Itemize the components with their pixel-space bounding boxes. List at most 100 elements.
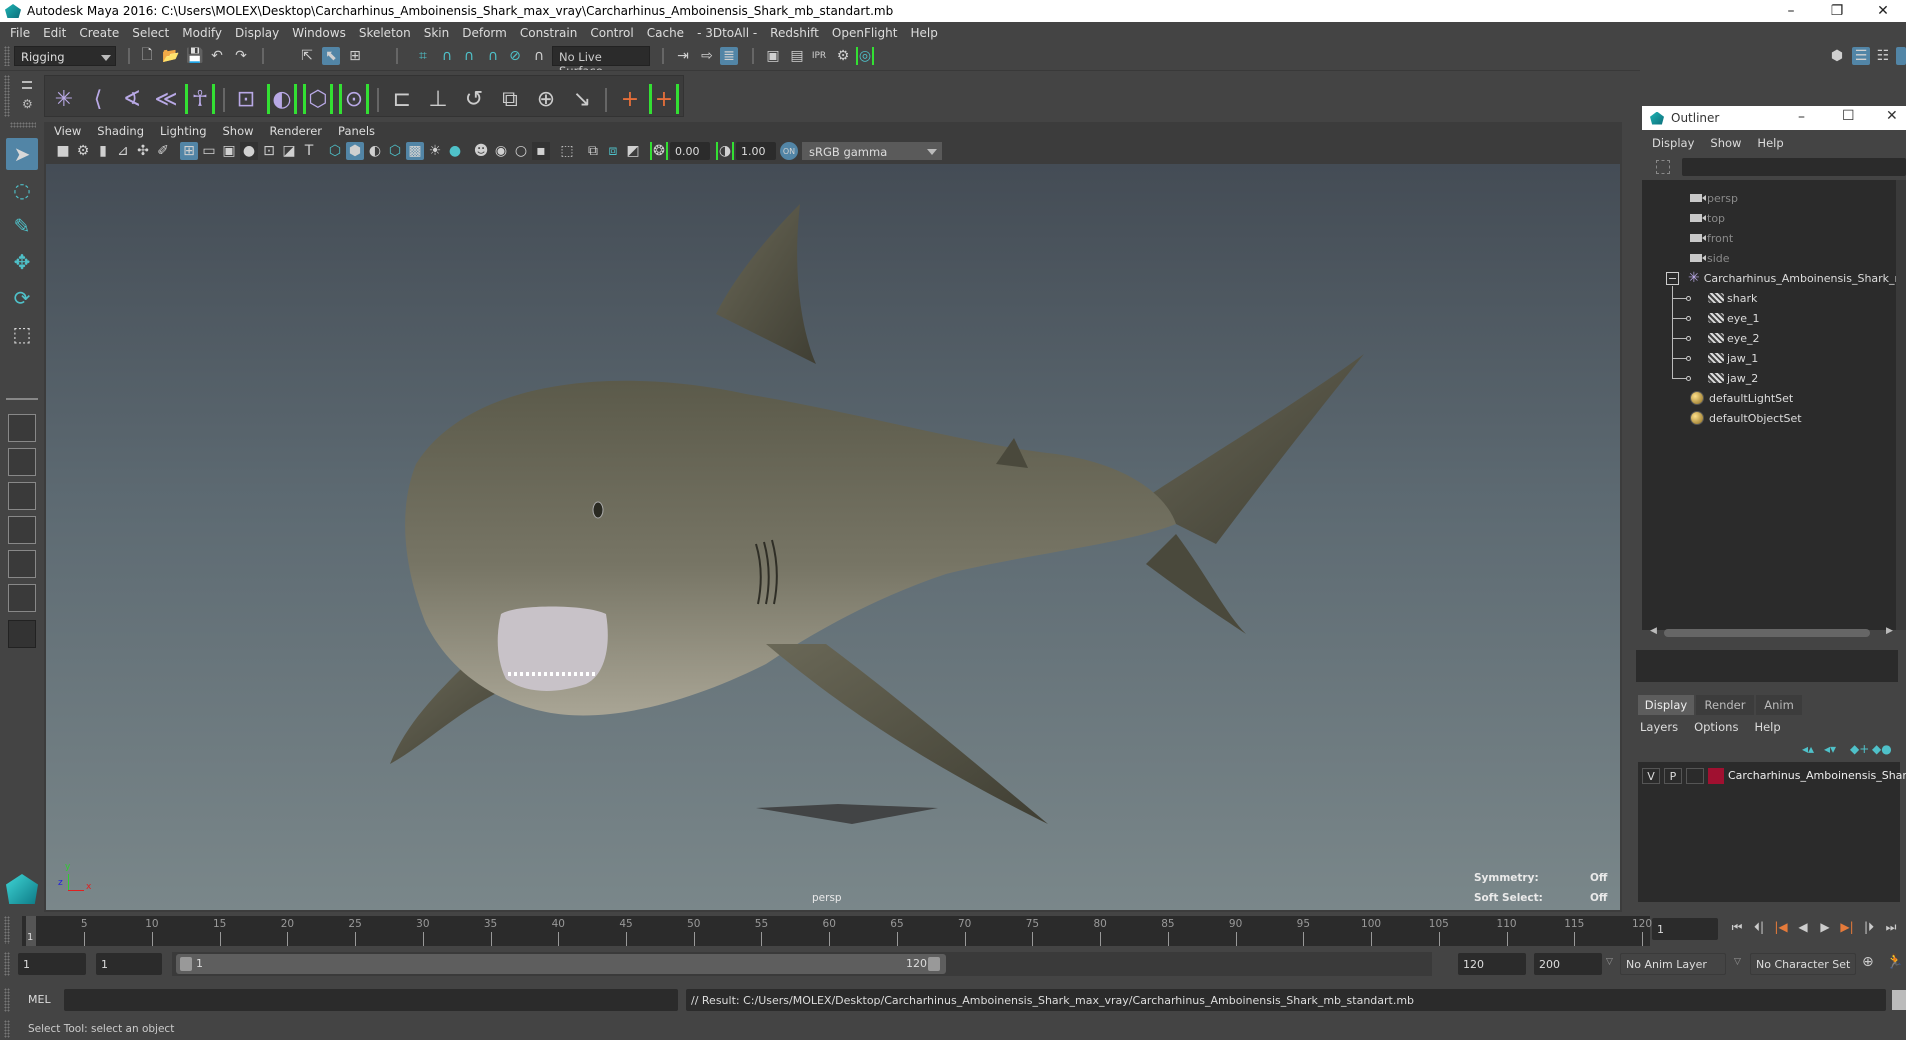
lasso-tool-icon[interactable]: ◌	[6, 174, 38, 206]
persp-graph-hypergraph-layout-icon[interactable]	[8, 584, 36, 612]
layer-name[interactable]: Carcharhinus_Amboinensis_Shar	[1728, 769, 1906, 782]
panel-menu-panels[interactable]: Panels	[338, 124, 375, 138]
persp-graph-layout-icon[interactable]	[8, 516, 36, 544]
exposure-icon[interactable]: ❂	[650, 142, 668, 160]
shadows-icon[interactable]: ●	[446, 142, 464, 160]
camera-attributes-icon[interactable]: ⚙	[74, 142, 92, 160]
step-forward-frame-icon[interactable]: ▶|	[1838, 918, 1856, 936]
menu-select[interactable]: Select	[132, 26, 169, 40]
xray-joints-icon[interactable]: ⧉	[584, 142, 602, 160]
point-constraint-icon[interactable]: ⊥	[423, 84, 453, 114]
outliner-item-persp[interactable]: persp	[1690, 188, 1738, 208]
tool-settings-icon[interactable]: ☷	[1874, 47, 1892, 65]
menu-redshift[interactable]: Redshift	[770, 26, 819, 40]
grid-icon[interactable]: ⊞	[180, 142, 198, 160]
lattice-icon[interactable]: ⬡	[303, 84, 333, 114]
joint-tool-icon[interactable]: ✳	[49, 84, 79, 114]
menu-control[interactable]: Control	[590, 26, 633, 40]
live-surface-field[interactable]: No Live Surface	[552, 46, 650, 78]
menu-skeleton[interactable]: Skeleton	[359, 26, 411, 40]
outliner-item-default-light-set[interactable]: defaultLightSet	[1690, 388, 1793, 408]
paint-weights-icon[interactable]: ◐	[267, 84, 297, 114]
playback-start-field[interactable]: 1	[96, 953, 162, 975]
layout-menu-button[interactable]	[8, 620, 36, 648]
outliner-item-top[interactable]: top	[1690, 208, 1725, 228]
scale-tool-icon[interactable]: ⬚	[6, 318, 38, 350]
new-scene-icon[interactable]: 🗋	[138, 47, 156, 65]
safe-action-icon[interactable]: ◪	[280, 142, 298, 160]
ik-spline-icon[interactable]: ∢	[117, 84, 147, 114]
chevron-down-icon[interactable]: ▽	[1734, 957, 1741, 967]
select-by-hierarchy-icon[interactable]: ⇱	[298, 47, 316, 65]
redo-icon[interactable]: ↷	[232, 47, 250, 65]
color-management-toggle[interactable]: ON	[780, 142, 798, 160]
xray-active-icon[interactable]: ⧈	[604, 142, 622, 160]
step-back-key-icon[interactable]: ⏴|	[1750, 918, 1768, 936]
select-tool-icon[interactable]: ➤	[6, 138, 38, 170]
aim-constraint-icon[interactable]: ⊕	[531, 84, 561, 114]
menu-3dtoall[interactable]: - 3DtoAll -	[697, 26, 757, 40]
paint-select-tool-icon[interactable]: ✎	[6, 210, 38, 242]
use-all-lights-icon[interactable]: ☀	[426, 142, 444, 160]
cluster-icon[interactable]: ⊙	[339, 84, 369, 114]
go-to-end-icon[interactable]: ⏭	[1882, 918, 1900, 936]
panel-menu-shading[interactable]: Shading	[97, 124, 144, 138]
outliner-item-front[interactable]: front	[1690, 228, 1733, 248]
script-editor-icon[interactable]	[1892, 990, 1906, 1010]
range-slider-bar[interactable]: 1 120	[176, 954, 946, 974]
menu-skin[interactable]: Skin	[424, 26, 450, 40]
move-tool-icon[interactable]: ✥	[6, 246, 38, 278]
ik-handle-icon[interactable]: ⟨	[83, 84, 113, 114]
panel-menu-lighting[interactable]: Lighting	[160, 124, 206, 138]
snap-grid-icon[interactable]: ⌗	[414, 47, 432, 65]
go-to-start-icon[interactable]: ⏮	[1728, 918, 1746, 936]
snap-point-icon[interactable]: ∩	[460, 47, 478, 65]
output-ops-icon[interactable]: ⇨	[698, 47, 716, 65]
menu-create[interactable]: Create	[79, 26, 119, 40]
menu-cache[interactable]: Cache	[647, 26, 684, 40]
panel-menu-view[interactable]: View	[54, 124, 81, 138]
animation-start-field[interactable]: 1	[18, 953, 86, 975]
menu-openflight[interactable]: OpenFlight	[832, 26, 898, 40]
menu-constrain[interactable]: Constrain	[520, 26, 578, 40]
time-slider-track[interactable]: 1 5 10 15 20 25 30 35 40 45 50 55 60 65 70 75 80 85 90 95 1…	[22, 916, 1652, 946]
depth-of-field-icon[interactable]: ▪	[532, 142, 550, 160]
four-view-layout-icon[interactable]	[8, 448, 36, 476]
script-language-toggle[interactable]: MEL	[28, 993, 51, 1006]
scale-constraint-icon[interactable]: ⧉	[495, 84, 525, 114]
new-layer-icon[interactable]: ◆+	[1850, 742, 1869, 756]
move-layer-down-icon[interactable]: ◂▾	[1824, 742, 1836, 756]
scroll-thumb[interactable]	[1664, 629, 1870, 637]
outliner-item-shark-group[interactable]: ✳ Carcharhinus_Amboinensis_Shark_nc	[1688, 268, 1896, 288]
outliner-item-jaw-1[interactable]: jaw_1	[1708, 348, 1758, 368]
layer-playback-toggle[interactable]: P	[1664, 768, 1682, 784]
move-layer-up-icon[interactable]: ◂▴	[1802, 742, 1814, 756]
snap-curve-icon[interactable]: ∩	[438, 47, 456, 65]
toolbox-grip[interactable]	[10, 122, 36, 128]
parent-constraint-icon[interactable]: ⊏	[387, 84, 417, 114]
outliner-menu-show[interactable]: Show	[1710, 136, 1741, 150]
save-scene-icon[interactable]: 💾	[186, 47, 204, 65]
single-perspective-layout-icon[interactable]	[8, 414, 36, 442]
shelf-tabs-icon[interactable]	[22, 81, 32, 89]
gamma-icon[interactable]: ◑	[716, 142, 734, 160]
isolate-select-icon[interactable]: ⬚	[558, 142, 576, 160]
menu-edit[interactable]: Edit	[43, 26, 66, 40]
timeline-grip[interactable]	[4, 916, 10, 944]
range-start-handle[interactable]	[180, 957, 192, 971]
smooth-shade-icon[interactable]: ⬢	[346, 142, 364, 160]
outliner-close-button[interactable]: ✕	[1886, 108, 1898, 124]
orient-constraint-icon[interactable]: ↺	[459, 84, 489, 114]
range-end-handle[interactable]	[928, 957, 940, 971]
gate-mask-icon[interactable]: ●	[240, 142, 258, 160]
outliner-minimize-button[interactable]: –	[1798, 109, 1805, 125]
outliner-item-jaw-2[interactable]: jaw_2	[1708, 368, 1758, 388]
play-forwards-icon[interactable]: ▶	[1816, 918, 1834, 936]
snap-view-plane-icon[interactable]: ∩	[484, 47, 502, 65]
locator-icon[interactable]: +	[615, 84, 645, 114]
auto-key-icon[interactable]: ⊕	[1862, 954, 1874, 970]
backface-culling-icon[interactable]: ◩	[624, 142, 642, 160]
panel-menu-renderer[interactable]: Renderer	[270, 124, 323, 138]
menu-help[interactable]: Help	[910, 26, 937, 40]
current-frame-field[interactable]: 1	[1652, 918, 1718, 940]
